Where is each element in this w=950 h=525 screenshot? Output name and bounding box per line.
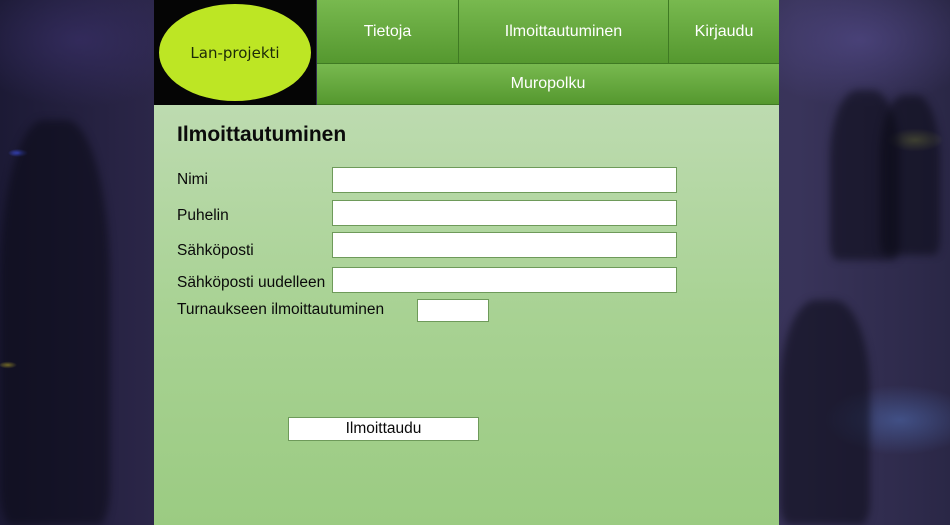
nav-tietoja[interactable]: Tietoja (317, 0, 459, 64)
email-input[interactable] (332, 232, 677, 258)
email-label: Sähköposti (177, 242, 254, 259)
page-container: Lan-projekti Tietoja Ilmoittautuminen Ki… (154, 0, 779, 525)
phone-input[interactable] (332, 200, 677, 226)
background-figure (780, 300, 870, 525)
tournament-input[interactable] (417, 299, 489, 322)
nav-kirjaudu[interactable]: Kirjaudu (669, 0, 779, 64)
registration-panel: Ilmoittautuminen Nimi Puhelin Sähköposti… (154, 105, 779, 525)
phone-label: Puhelin (177, 207, 229, 224)
register-button[interactable]: Ilmoittaudu (288, 417, 479, 441)
tournament-label: Turnaukseen ilmoittautuminen (177, 301, 385, 318)
background-figure (0, 120, 110, 525)
name-label: Nimi (177, 171, 208, 188)
logo-area: Lan-projekti (154, 0, 316, 105)
name-input[interactable] (332, 167, 677, 193)
page-title: Ilmoittautuminen (177, 123, 347, 146)
site-header: Lan-projekti Tietoja Ilmoittautuminen Ki… (154, 0, 779, 105)
background-figure (880, 95, 940, 255)
breadcrumb[interactable]: Muropolku (317, 64, 779, 105)
email-repeat-label: Sähköposti uudelleen (177, 274, 326, 291)
logo-text: Lan-projekti (190, 43, 280, 62)
nav-ilmoittautuminen[interactable]: Ilmoittautuminen (459, 0, 669, 64)
site-logo[interactable]: Lan-projekti (159, 4, 311, 101)
email-repeat-input[interactable] (332, 267, 677, 293)
